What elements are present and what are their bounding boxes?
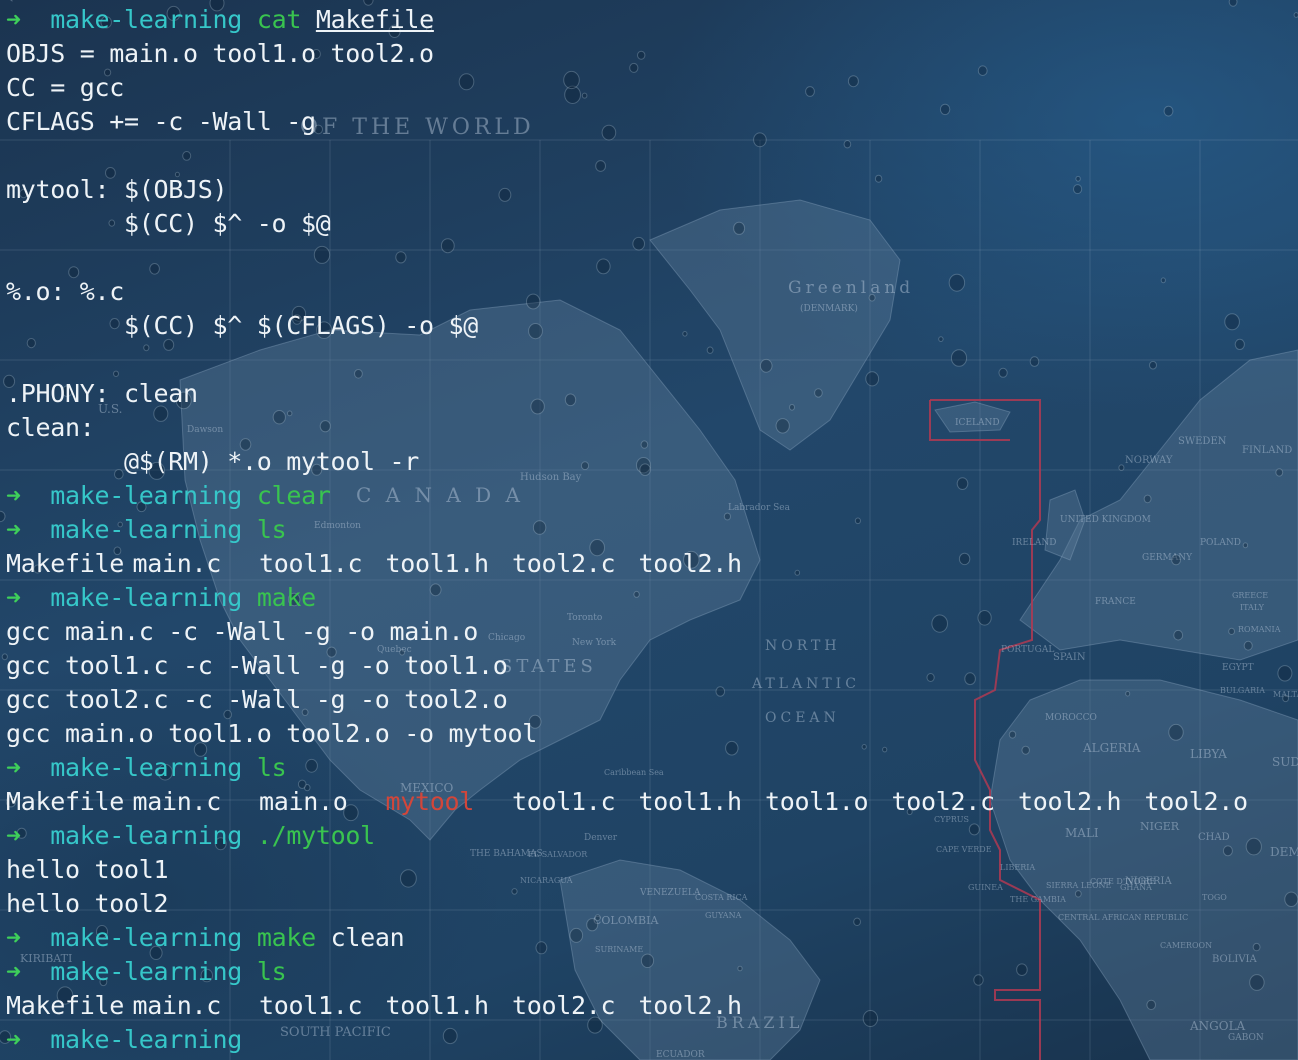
prompt-arrow-icon: ➜ [6,957,21,986]
prompt-directory: make-learning [50,957,243,986]
prompt-line: ➜ make-learning ls [6,513,1298,547]
prompt-line: ➜ make-learning ls [6,955,1298,989]
executable-file: mytool [385,787,475,816]
file-name: main.c [132,787,222,816]
file-name: tool2.c [891,787,996,816]
file-name: Makefile [6,991,125,1020]
output-line: CFLAGS += -c -Wall -g [6,107,316,136]
command-text: ls [256,753,287,782]
output-line: $(CC) $^ $(CFLAGS) -o $@ [6,311,479,340]
prompt-arrow-icon: ➜ [6,753,21,782]
command-text: ./mytool [256,821,375,850]
file-name: main.o [259,787,348,816]
command-argument: clean [330,923,405,952]
command-text: make [256,583,316,612]
file-name: Makefile [6,787,125,816]
command-text: clear [256,481,331,510]
output-line: gcc tool2.c -c -Wall -g -o tool2.o [6,685,508,714]
terminal-window[interactable]: ➜ make-learning cat Makefile OBJS = main.… [0,0,1298,1060]
output-line: mytool: $(OBJS) [6,175,228,204]
file-name: tool1.c [259,991,363,1020]
prompt-directory: make-learning [50,923,243,952]
file-name: tool2.h [638,549,743,578]
output-line: @$(RM) *.o mytool -r [6,447,420,476]
prompt-directory: make-learning [50,515,243,544]
prompt-line: ➜ make-learning ls [6,751,1298,785]
file-name: tool1.h [385,991,490,1020]
file-name: tool1.h [385,549,490,578]
prompt-directory: make-learning [50,1025,243,1054]
command-text: ls [256,515,287,544]
prompt-arrow-icon: ➜ [6,515,21,544]
file-name: tool1.o [765,787,869,816]
command-text: cat [256,5,302,34]
prompt-line: ➜ make-learning make [6,581,1298,615]
file-name: tool2.c [512,991,616,1020]
prompt-directory: make-learning [50,753,243,782]
output-line: CC = gcc [6,73,125,102]
command-text: ls [256,957,287,986]
file-name: main.c [132,991,222,1020]
output-line: gcc main.o tool1.o tool2.o -o mytool [6,719,538,748]
prompt-arrow-icon: ➜ [6,481,21,510]
command-text: make [256,923,316,952]
prompt-arrow-icon: ➜ [6,923,21,952]
prompt-directory: make-learning [50,481,243,510]
prompt-line: ➜ make-learning ./mytool [6,819,1298,853]
prompt-line: ➜ make-learning clear [6,479,1298,513]
file-name: tool2.o [1144,787,1249,816]
prompt-arrow-icon: ➜ [6,1025,21,1054]
output-line: $(CC) $^ -o $@ [6,209,331,238]
prompt-directory: make-learning [50,583,243,612]
prompt-directory: make-learning [50,5,243,34]
output-line: %.o: %.c [6,277,125,306]
command-argument: Makefile [315,5,434,34]
file-name: tool2.c [512,549,616,578]
output-line: gcc tool1.c -c -Wall -g -o tool1.o [6,651,508,680]
file-name: tool1.c [259,549,363,578]
file-name: tool2.h [1018,787,1122,816]
output-line: hello tool1 [6,855,169,884]
file-name: tool2.h [638,991,743,1020]
ls-output-line: Makefile main.c tool1.c tool1.h tool2.c tool2… [6,989,1298,1023]
file-name: tool1.c [512,787,616,816]
file-name: tool1.h [638,787,743,816]
output-line: hello tool2 [6,889,169,918]
output-line: gcc main.c -c -Wall -g -o main.o [6,617,479,646]
output-line: clean: [6,413,95,442]
prompt-line: ➜ make-learning make clean [6,921,1298,955]
file-name: Makefile [6,549,125,578]
output-line: .PHONY: clean [6,379,198,408]
prompt-directory: make-learning [50,821,243,850]
prompt-line: ➜ make-learning cat Makefile [6,3,1298,37]
prompt-arrow-icon: ➜ [6,583,21,612]
file-name: main.c [132,549,222,578]
output-line: OBJS = main.o tool1.o tool2.o [6,39,434,68]
prompt-line: ➜ make-learning [6,1023,1298,1057]
prompt-arrow-icon: ➜ [6,821,21,850]
ls-output-line: Makefile main.c main.o mytool tool1.c tool1.h… [6,785,1298,819]
ls-output-line: Makefile main.c tool1.c tool1.h tool2.c tool2… [6,547,1298,581]
prompt-arrow-icon: ➜ [6,5,21,34]
